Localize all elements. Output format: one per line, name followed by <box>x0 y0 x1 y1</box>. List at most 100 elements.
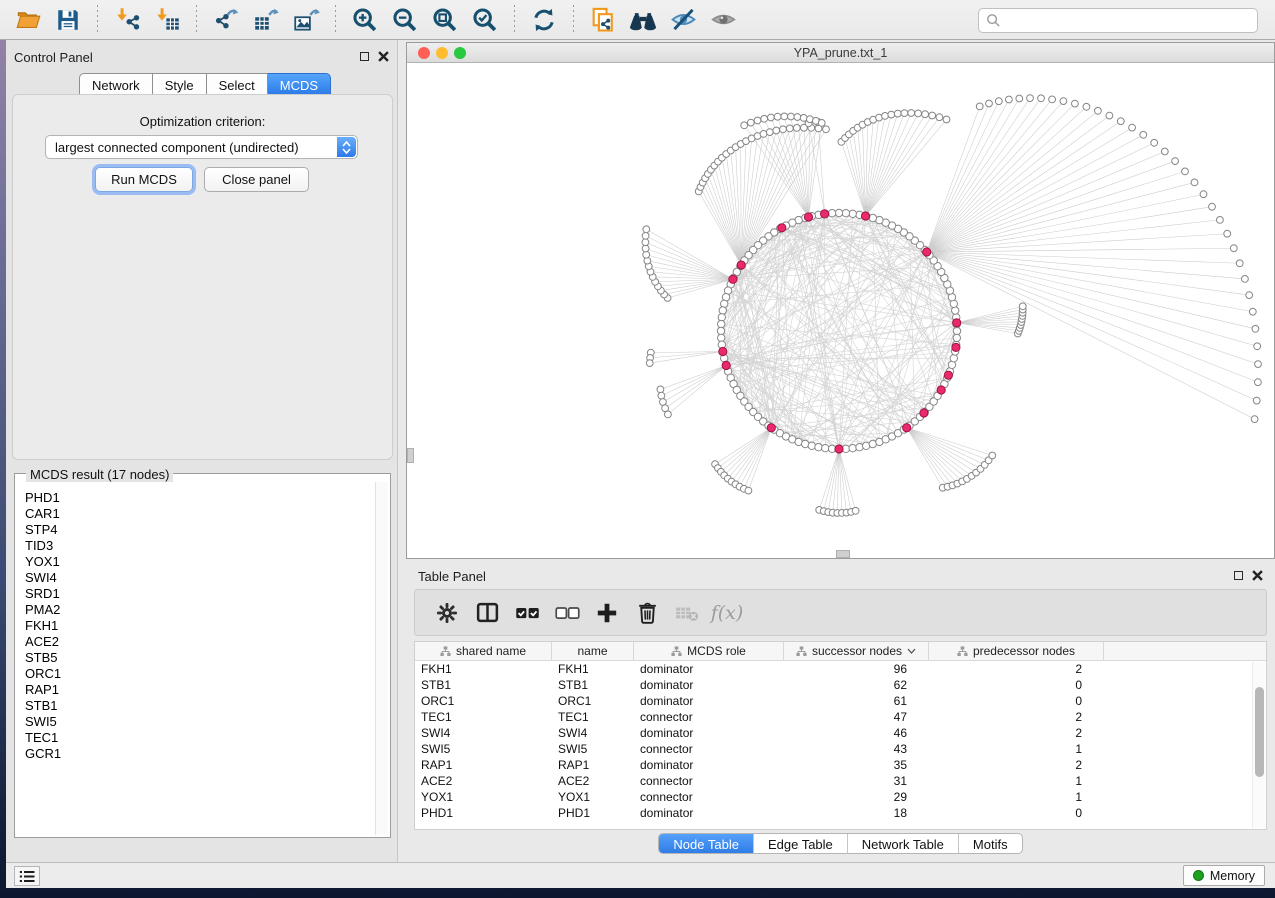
network-leaf-node[interactable] <box>773 127 780 134</box>
network-node[interactable] <box>718 320 725 327</box>
network-node[interactable] <box>849 210 856 217</box>
export-network-button[interactable] <box>209 3 243 37</box>
apply-layout-button[interactable] <box>527 3 561 37</box>
mcds-node[interactable] <box>920 409 928 417</box>
column-header-predecessor-nodes[interactable]: predecessor nodes <box>929 642 1104 660</box>
network-node[interactable] <box>808 442 815 449</box>
network-node[interactable] <box>952 307 959 314</box>
mcds-result-item[interactable]: PHD1 <box>25 490 375 506</box>
mcds-node[interactable] <box>722 361 730 369</box>
table-scrollbar[interactable] <box>1252 662 1265 828</box>
network-leaf-node[interactable] <box>995 98 1002 105</box>
network-node[interactable] <box>815 444 822 451</box>
network-leaf-node[interactable] <box>1083 103 1090 110</box>
network-vertical-scrollbar[interactable] <box>407 448 414 463</box>
run-mcds-button[interactable]: Run MCDS <box>95 167 193 192</box>
table-row[interactable]: FKH1FKH1dominator962 <box>415 661 1266 677</box>
mcds-node[interactable] <box>903 424 911 432</box>
memory-button[interactable]: Memory <box>1183 865 1265 886</box>
network-leaf-node[interactable] <box>943 116 950 123</box>
column-header-shared-name[interactable]: shared name <box>415 642 552 660</box>
network-leaf-node[interactable] <box>1255 379 1262 386</box>
network-leaf-node[interactable] <box>781 113 788 120</box>
save-session-button[interactable] <box>51 3 85 37</box>
network-leaf-node[interactable] <box>658 392 665 399</box>
network-leaf-node[interactable] <box>768 114 775 121</box>
network-leaf-node[interactable] <box>1253 397 1260 404</box>
network-leaf-node[interactable] <box>800 115 807 122</box>
mcds-node[interactable] <box>778 224 786 232</box>
network-leaf-node[interactable] <box>1027 95 1034 102</box>
mcds-node[interactable] <box>861 212 869 220</box>
network-leaf-node[interactable] <box>1060 98 1067 105</box>
show-column-button[interactable] <box>469 595 505 631</box>
network-node[interactable] <box>717 327 724 334</box>
mcds-node[interactable] <box>821 210 829 218</box>
network-leaf-node[interactable] <box>908 110 915 117</box>
network-leaf-node[interactable] <box>1191 179 1198 186</box>
create-column-button[interactable] <box>589 595 625 631</box>
network-leaf-node[interactable] <box>747 119 754 126</box>
table-row[interactable]: PHD1PHD1dominator180 <box>415 805 1266 821</box>
column-header-MCDS-role[interactable]: MCDS role <box>634 642 784 660</box>
mcds-node[interactable] <box>767 424 775 432</box>
network-leaf-node[interactable] <box>761 115 768 122</box>
network-leaf-node[interactable] <box>642 245 649 252</box>
network-leaf-node[interactable] <box>1209 203 1216 210</box>
optimization-criterion-select[interactable]: largest connected component (undirected) <box>45 135 358 159</box>
mcds-result-item[interactable]: STP4 <box>25 522 375 538</box>
table-row[interactable]: ORC1ORC1dominator610 <box>415 693 1266 709</box>
mcds-node[interactable] <box>737 261 745 269</box>
network-node[interactable] <box>828 210 835 217</box>
network-leaf-node[interactable] <box>1242 276 1249 283</box>
search-field[interactable] <box>978 8 1258 33</box>
network-leaf-node[interactable] <box>741 122 748 129</box>
network-leaf-node[interactable] <box>1129 124 1136 131</box>
network-leaf-node[interactable] <box>1224 230 1231 237</box>
tab-node-table[interactable]: Node Table <box>659 834 754 853</box>
function-builder-button[interactable]: f(x) <box>709 595 745 631</box>
network-leaf-node[interactable] <box>780 126 787 133</box>
network-leaf-node[interactable] <box>1016 95 1023 102</box>
network-leaf-node[interactable] <box>1072 100 1079 107</box>
table-scrollbar-thumb[interactable] <box>1255 687 1264 777</box>
network-leaf-node[interactable] <box>1049 96 1056 103</box>
table-options-button[interactable] <box>429 595 465 631</box>
network-leaf-node[interactable] <box>1200 191 1207 198</box>
mcds-result-item[interactable]: SRD1 <box>25 586 375 602</box>
import-table-button[interactable] <box>150 3 184 37</box>
network-leaf-node[interactable] <box>788 113 795 120</box>
mcds-node[interactable] <box>937 386 945 394</box>
network-node[interactable] <box>950 355 957 362</box>
network-leaf-node[interactable] <box>1182 168 1189 175</box>
network-horizontal-scrollbar[interactable] <box>836 550 850 558</box>
zoom-selected-button[interactable] <box>468 3 502 37</box>
column-header-name[interactable]: name <box>552 642 634 660</box>
network-leaf-node[interactable] <box>922 111 929 118</box>
first-neighbors-button[interactable] <box>626 3 660 37</box>
mcds-result-item[interactable]: ACE2 <box>25 634 375 650</box>
network-leaf-node[interactable] <box>642 232 649 239</box>
network-node[interactable] <box>719 307 726 314</box>
network-leaf-node[interactable] <box>818 120 825 127</box>
network-leaf-node[interactable] <box>915 110 922 117</box>
network-leaf-node[interactable] <box>929 112 936 119</box>
network-leaf-node[interactable] <box>888 111 895 118</box>
hide-selected-button[interactable] <box>666 3 700 37</box>
network-leaf-node[interactable] <box>1255 361 1262 368</box>
network-leaf-node[interactable] <box>642 239 649 246</box>
mcds-result-item[interactable]: PMA2 <box>25 602 375 618</box>
network-leaf-node[interactable] <box>657 386 664 393</box>
mcds-result-item[interactable]: TEC1 <box>25 730 375 746</box>
tab-select[interactable]: Select <box>207 73 268 95</box>
network-leaf-node[interactable] <box>1106 112 1113 119</box>
network-leaf-node[interactable] <box>793 125 800 132</box>
close-panel-button[interactable]: Close panel <box>204 167 309 192</box>
mcds-result-scrollbar[interactable] <box>375 482 388 835</box>
close-panel-icon[interactable] <box>378 51 389 62</box>
network-leaf-node[interactable] <box>1230 245 1237 252</box>
select-all-button[interactable] <box>509 595 545 631</box>
network-node[interactable] <box>842 210 849 217</box>
mcds-node[interactable] <box>923 248 931 256</box>
deselect-all-button[interactable] <box>549 595 585 631</box>
